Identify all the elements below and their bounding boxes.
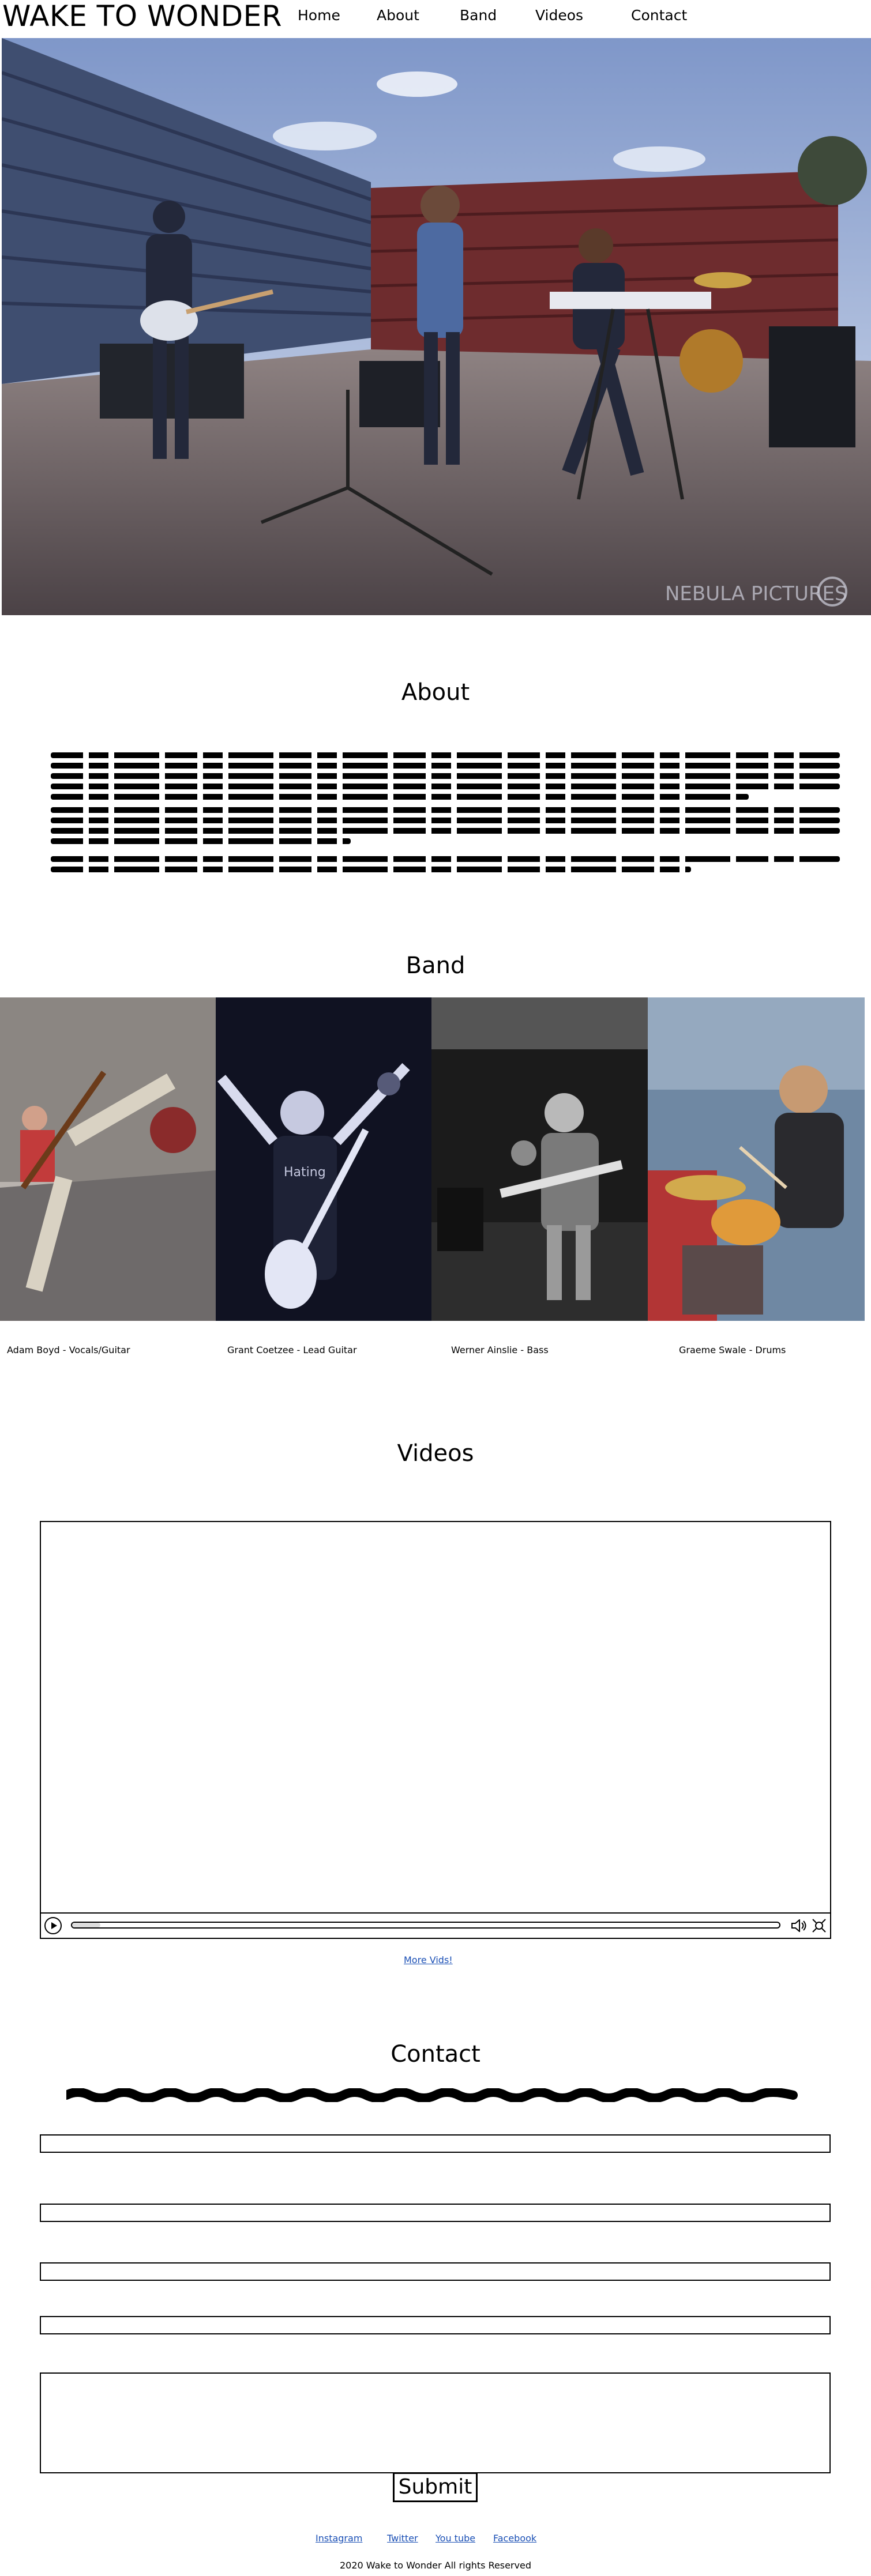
contact-intro-scribble [62,2088,805,2103]
play-icon[interactable] [44,1917,62,1934]
nav-contact[interactable]: Contact [631,7,687,24]
volume-icon[interactable] [791,1918,808,1933]
member-caption: Grant Coetzee - Lead Guitar [227,1345,357,1355]
video-player[interactable] [40,1521,831,1939]
member-photo-grant: Hating [216,997,431,1321]
nav-band[interactable]: Band [460,7,497,24]
contact-phone-field[interactable] [40,2262,831,2281]
social-link-facebook[interactable]: Facebook [493,2533,536,2544]
nav-about[interactable]: About [377,7,419,24]
site-logo[interactable]: WAKE TO WONDER [2,0,282,32]
contact-heading: Contact [391,2041,480,2067]
svg-text:Hating: Hating [284,1165,326,1180]
member-photo-adam [0,997,216,1321]
contact-email-field[interactable] [40,2204,831,2222]
member-caption: Werner Ainslie - Bass [451,1345,549,1355]
video-progress-bar[interactable] [71,1922,780,1929]
video-controls [41,1912,830,1938]
nav-home[interactable]: Home [298,7,340,24]
more-videos-link[interactable]: More Vids! [404,1954,453,1965]
social-link-youtube[interactable]: You tube [436,2533,475,2544]
member-photo-werner [431,997,648,1321]
footer-copyright: 2020 Wake to Wonder All rights Reserved [339,2560,532,2571]
submit-button[interactable]: Submit [393,2472,478,2502]
member-caption: Graeme Swale - Drums [679,1345,786,1355]
videos-heading: Videos [397,1440,474,1467]
fullscreen-icon[interactable] [812,1918,827,1933]
band-heading: Band [406,952,465,979]
about-heading: About [401,679,470,706]
contact-subject-field[interactable] [40,2316,831,2334]
member-photo-graeme [648,997,865,1321]
contact-message-field[interactable] [40,2372,831,2473]
social-link-instagram[interactable]: Instagram [316,2533,362,2544]
video-progress-fill [72,1923,101,1927]
member-caption: Adam Boyd - Vocals/Guitar [7,1345,130,1355]
social-link-twitter[interactable]: Twitter [387,2533,418,2544]
nav-videos[interactable]: Videos [535,7,583,24]
hero-image: NEBULA PICTURES [2,38,871,615]
contact-name-field[interactable] [40,2134,831,2153]
